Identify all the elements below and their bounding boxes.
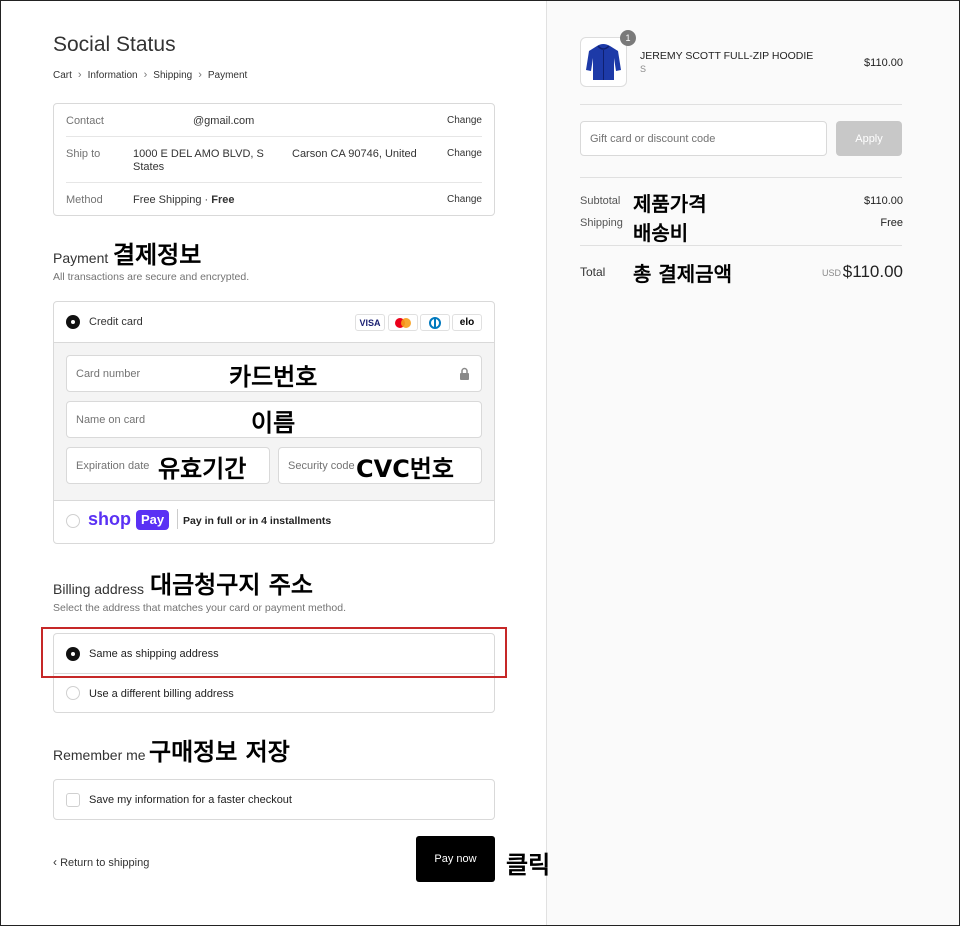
- click-annotation: 클릭: [506, 851, 551, 879]
- contact-label: Contact: [66, 115, 104, 127]
- chevron-right-icon: ›: [198, 69, 202, 81]
- credit-card-label[interactable]: Credit card: [89, 316, 143, 328]
- pay-now-button[interactable]: Pay now: [416, 836, 495, 882]
- security-code-placeholder: Security code: [288, 460, 355, 472]
- return-to-shipping-link[interactable]: ‹ Return to shipping: [53, 855, 149, 869]
- save-info-label[interactable]: Save my information for a faster checkou…: [89, 794, 292, 806]
- breadcrumb-payment: Payment: [207, 69, 248, 81]
- ship-address-city: Carson CA 90746, United: [292, 148, 417, 160]
- credit-card-radio[interactable]: [66, 315, 80, 329]
- return-to-shipping-label[interactable]: Return to shipping: [60, 857, 149, 869]
- shop-title[interactable]: Social Status: [53, 33, 176, 57]
- apply-button[interactable]: Apply: [836, 121, 902, 156]
- ship-to-label: Ship to: [66, 148, 101, 160]
- shop-pay-radio[interactable]: [66, 514, 80, 528]
- product-variant: S: [640, 64, 647, 74]
- discount-code-placeholder: Gift card or discount code: [590, 133, 716, 145]
- chevron-left-icon: ‹: [53, 855, 57, 869]
- currency-code: USD: [822, 268, 842, 278]
- divider: [580, 245, 902, 246]
- billing-subtitle: Select the address that matches your car…: [53, 602, 346, 614]
- total-annotation: 총 결제금액: [633, 262, 732, 286]
- remember-me-box: Save my information for a faster checkou…: [53, 779, 495, 820]
- method-name: Free Shipping ·: [133, 194, 212, 206]
- visa-icon: VISA: [355, 314, 385, 331]
- quantity-badge: 1: [620, 30, 636, 46]
- method-price: Free: [211, 194, 235, 206]
- discount-code-input[interactable]: Gift card or discount code: [580, 121, 827, 156]
- product-price: $110.00: [864, 57, 903, 69]
- card-number-placeholder: Card number: [76, 368, 141, 380]
- different-billing-radio[interactable]: [66, 686, 80, 700]
- subtotal-label: Subtotal: [580, 195, 621, 207]
- card-number-annotation: 카드번호: [229, 363, 318, 391]
- ship-address-line1: 1000 E DEL AMO BLVD, S: [133, 148, 264, 160]
- change-method-link[interactable]: Change: [447, 194, 482, 205]
- diners-logo: [429, 316, 441, 329]
- breadcrumb-shipping[interactable]: Shipping: [153, 70, 192, 81]
- billing-title-annotation: 대금청구지 주소: [150, 571, 313, 599]
- contact-value: @gmail.com: [193, 115, 255, 127]
- chevron-right-icon: ›: [143, 69, 148, 81]
- name-annotation: 이름: [251, 409, 296, 437]
- product-thumbnail: [580, 37, 627, 87]
- shipping-annotation: 배송비: [633, 221, 689, 245]
- card-fields-area: Card number 카드번호 Name on card 이름 Expirat…: [54, 342, 494, 501]
- elo-icon: elo: [452, 314, 482, 331]
- divider: [580, 177, 902, 178]
- expiration-date-placeholder: Expiration date: [76, 460, 150, 472]
- hoodie-image: [586, 44, 621, 80]
- payment-title-annotation: 결제정보: [113, 241, 202, 269]
- shop-pay-logo-text: shop: [88, 509, 131, 529]
- change-contact-link[interactable]: Change: [447, 115, 482, 126]
- mastercard-logo: [395, 317, 411, 328]
- shop-pay-badge: Pay: [136, 510, 170, 530]
- method-label: Method: [66, 194, 103, 206]
- shipping-value: Free: [880, 217, 903, 229]
- method-value: Free Shipping · Free: [133, 194, 235, 206]
- remember-title-annotation: 구매정보 저장: [149, 738, 290, 766]
- save-info-checkbox[interactable]: [66, 793, 80, 807]
- breadcrumb-cart[interactable]: Cart: [53, 70, 72, 81]
- total-value: $110.00: [842, 262, 903, 281]
- expiry-annotation: 유효기간: [158, 455, 247, 483]
- shipping-label: Shipping: [580, 217, 623, 229]
- divider: [66, 136, 482, 137]
- payment-subtitle: All transactions are secure and encrypte…: [53, 271, 250, 283]
- name-on-card-placeholder: Name on card: [76, 414, 146, 426]
- divider: [66, 182, 482, 183]
- breadcrumb-information[interactable]: Information: [88, 70, 138, 81]
- highlight-box: [41, 627, 507, 678]
- lock-icon: [460, 367, 469, 380]
- payment-title: Payment: [53, 250, 109, 266]
- different-billing-label[interactable]: Use a different billing address: [89, 688, 234, 700]
- security-code-annotation: CVC번호: [356, 455, 454, 483]
- divider: [177, 509, 178, 529]
- remember-title: Remember me: [53, 747, 146, 763]
- diners-club-icon: [420, 314, 450, 331]
- change-ship-to-link[interactable]: Change: [447, 148, 482, 159]
- divider: [580, 104, 902, 105]
- subtotal-value: $110.00: [864, 195, 903, 207]
- billing-title: Billing address: [53, 581, 145, 597]
- product-name: JEREMY SCOTT FULL-ZIP HOODIE: [640, 50, 814, 62]
- mastercard-icon: [388, 314, 418, 331]
- total-label: Total: [580, 265, 606, 279]
- breadcrumb: Cart › Information › Shipping › Payment: [53, 69, 247, 81]
- chevron-right-icon: ›: [77, 69, 82, 81]
- payment-method-box: Credit card VISA elo Card number 카드번호 Na…: [53, 301, 495, 544]
- ship-address-line2: States: [133, 161, 165, 173]
- shop-pay-installments-text[interactable]: Pay in full or in 4 installments: [183, 515, 331, 527]
- review-box: Contact @gmail.com Change Ship to 1000 E…: [53, 103, 495, 216]
- subtotal-annotation: 제품가격: [633, 192, 707, 216]
